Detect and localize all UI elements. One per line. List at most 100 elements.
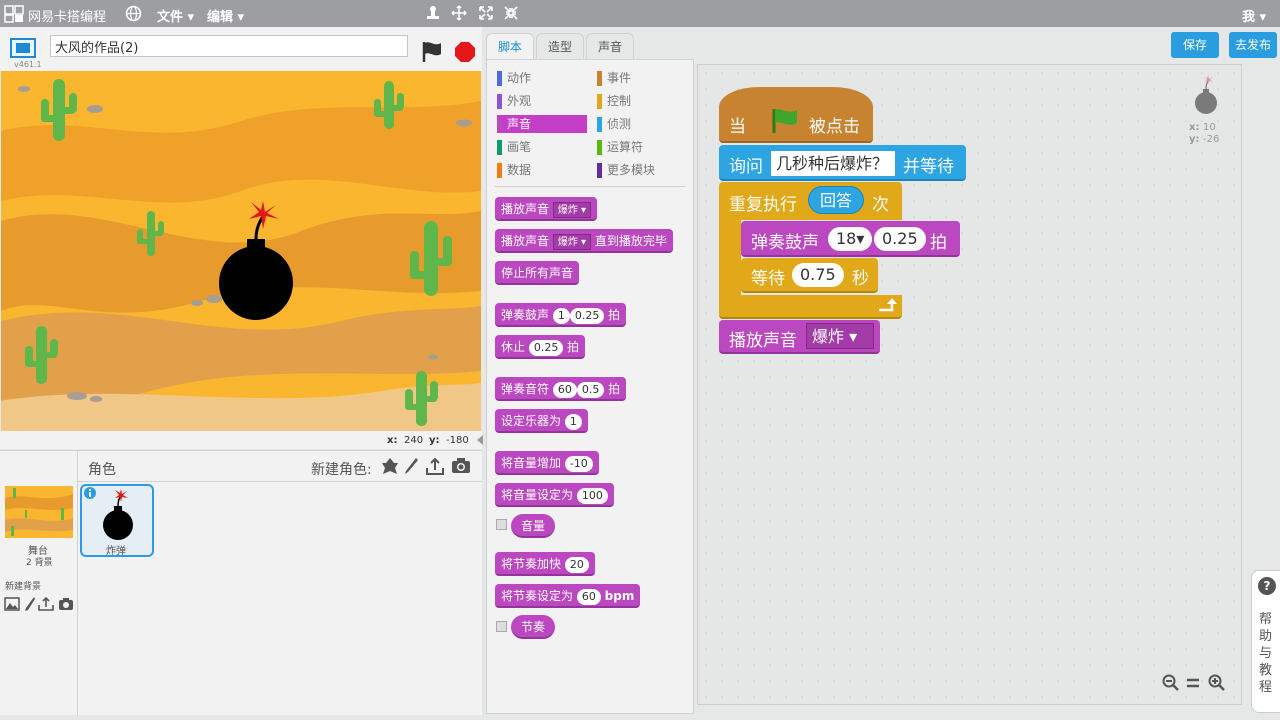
- presentation-mode-icon[interactable]: [9, 37, 37, 61]
- zoom-out-icon[interactable]: [1162, 674, 1180, 692]
- sprite-info-icon[interactable]: [84, 486, 98, 500]
- shrink-icon[interactable]: [503, 5, 519, 21]
- volume-checkbox[interactable]: [496, 519, 507, 530]
- edit-menu[interactable]: 编辑 ▾: [207, 6, 244, 25]
- stage-canvas[interactable]: [1, 71, 481, 431]
- block-volume-reporter[interactable]: 音量: [511, 514, 556, 538]
- change-tempo-input[interactable]: 20: [564, 556, 589, 573]
- category-pen[interactable]: 画笔: [497, 138, 587, 156]
- sprite-name-label: 炸弹: [106, 546, 126, 557]
- change-volume-input[interactable]: -10: [564, 455, 593, 472]
- globe-icon[interactable]: [125, 5, 142, 22]
- stage-y-label: y:: [429, 435, 440, 446]
- category-motion[interactable]: 动作: [497, 69, 587, 87]
- answer-reporter[interactable]: 回答: [808, 186, 865, 214]
- paint-backdrop-icon[interactable]: [24, 596, 36, 612]
- block-set-tempo[interactable]: 将节奏设定为 60 bpm: [495, 584, 641, 608]
- duplicate-stamp-icon[interactable]: [425, 5, 441, 21]
- repeat-c-arm: [719, 220, 741, 295]
- block-play-sound-until-done[interactable]: 播放声音 爆炸 ▾ 直到播放完毕: [495, 229, 673, 253]
- block-play-drum[interactable]: 弹奏鼓声 1 0.25 拍: [495, 303, 627, 327]
- stage-header: v461.1: [0, 27, 482, 71]
- tempo-checkbox[interactable]: [496, 621, 507, 632]
- play-sound-dropdown[interactable]: 爆炸 ▾: [806, 323, 874, 349]
- category-operators-swatch: [597, 140, 602, 155]
- paint-new-sprite-icon[interactable]: [403, 456, 419, 476]
- scripts-area[interactable]: 当 被点击 询问 几秒种后爆炸？ 并等待 重复执行 回答 次 弹奏鼓声 18▾ …: [697, 64, 1242, 705]
- tab-sounds[interactable]: 声音: [586, 33, 634, 59]
- category-data[interactable]: 数据: [497, 161, 587, 179]
- block-change-tempo[interactable]: 将节奏加快 20: [495, 552, 595, 576]
- block-rest[interactable]: 休止 0.25 拍: [495, 335, 586, 359]
- collapse-stage-icon[interactable]: [476, 434, 484, 446]
- drum-beats-value-input[interactable]: 0.25: [874, 227, 926, 251]
- logo-text[interactable]: 网易卡搭编程: [28, 6, 106, 25]
- stage-backdrop-count: 2 背景: [26, 558, 53, 568]
- drum-beats-input[interactable]: 0.25: [569, 307, 605, 324]
- category-control-swatch: [597, 94, 602, 109]
- sound-dropdown-2[interactable]: 爆炸 ▾: [552, 233, 592, 250]
- note-beats-input[interactable]: 0.5: [576, 381, 605, 398]
- camera-sprite-icon[interactable]: [451, 457, 471, 475]
- category-control[interactable]: 控制: [597, 92, 687, 110]
- drum-input[interactable]: 1: [552, 307, 570, 324]
- stage-thumbnail[interactable]: [5, 486, 73, 538]
- upload-sprite-icon[interactable]: [425, 456, 445, 476]
- sprite-thumbnail-bomb[interactable]: 炸弹: [80, 484, 154, 557]
- new-sprite-label: 新建角色:: [311, 462, 372, 478]
- ask-text-input[interactable]: 几秒种后爆炸？: [771, 151, 895, 176]
- block-play-sound[interactable]: 播放声音 爆炸 ▾: [495, 197, 598, 221]
- camera-backdrop-icon[interactable]: [58, 597, 74, 611]
- stage-x-label: x:: [387, 435, 398, 446]
- repeat-c-foot: [719, 295, 902, 319]
- green-flag-icon[interactable]: [420, 40, 444, 64]
- zoom-in-icon[interactable]: [1208, 674, 1226, 692]
- block-stop-all-sounds[interactable]: 停止所有声音: [495, 261, 580, 285]
- set-volume-input[interactable]: 100: [576, 487, 608, 504]
- grow-icon[interactable]: [478, 5, 494, 21]
- wait-value-input[interactable]: 0.75: [792, 263, 844, 287]
- save-button[interactable]: 保存: [1171, 32, 1219, 58]
- block-tempo-reporter[interactable]: 节奏: [511, 615, 556, 639]
- category-sensing[interactable]: 侦测: [597, 115, 687, 133]
- category-more-blocks-swatch: [597, 163, 602, 178]
- sound-dropdown[interactable]: 爆炸 ▾: [552, 201, 592, 218]
- cut-icon[interactable]: [451, 5, 467, 21]
- publish-button[interactable]: 去发布: [1229, 32, 1277, 58]
- set-tempo-input[interactable]: 60: [576, 588, 601, 605]
- help-tab[interactable]: ? 帮助与教程: [1251, 570, 1280, 713]
- block-set-instrument[interactable]: 设定乐器为 1: [495, 409, 588, 433]
- sprite-corner-icon: [1195, 75, 1217, 114]
- drum-value-input[interactable]: 18▾: [828, 227, 873, 251]
- category-operators[interactable]: 运算符: [597, 138, 687, 156]
- upload-backdrop-icon[interactable]: [38, 596, 54, 612]
- category-sound[interactable]: 声音: [497, 115, 587, 133]
- sprite-y-value: -26: [1203, 134, 1220, 145]
- green-flag-script-icon: [772, 109, 797, 133]
- rest-input[interactable]: 0.25: [528, 339, 564, 356]
- sprite-library-icon[interactable]: [380, 456, 400, 476]
- tab-costumes[interactable]: 造型: [536, 33, 584, 59]
- note-input[interactable]: 60: [552, 381, 577, 398]
- backdrop-library-icon[interactable]: [4, 597, 20, 611]
- zoom-reset-icon[interactable]: [1186, 676, 1200, 690]
- user-menu[interactable]: 我 ▾: [1242, 6, 1266, 25]
- category-more-blocks[interactable]: 更多模块: [597, 161, 687, 179]
- sprite-x-label: x:: [1189, 122, 1200, 133]
- block-play-note[interactable]: 弹奏音符 60 0.5 拍: [495, 377, 627, 401]
- stop-icon[interactable]: [454, 41, 476, 63]
- block-set-volume[interactable]: 将音量设定为 100: [495, 483, 614, 507]
- bomb-thumb-icon: [103, 489, 133, 540]
- block-change-volume[interactable]: 将音量增加 -10: [495, 451, 599, 475]
- file-menu[interactable]: 文件 ▾: [157, 6, 194, 25]
- project-title-input[interactable]: [50, 35, 408, 57]
- top-menu-bar: 网易卡搭编程 文件 ▾ 编辑 ▾ 我 ▾: [0, 0, 1280, 27]
- category-motion-swatch: [497, 71, 502, 86]
- tab-scripts[interactable]: 脚本: [486, 33, 534, 59]
- repeat-label: 重复执行: [729, 195, 797, 215]
- category-pen-swatch: [497, 140, 502, 155]
- clicked-label: 被点击: [809, 117, 860, 137]
- category-looks[interactable]: 外观: [497, 92, 587, 110]
- category-events[interactable]: 事件: [597, 69, 687, 87]
- instrument-input[interactable]: 1: [564, 413, 582, 430]
